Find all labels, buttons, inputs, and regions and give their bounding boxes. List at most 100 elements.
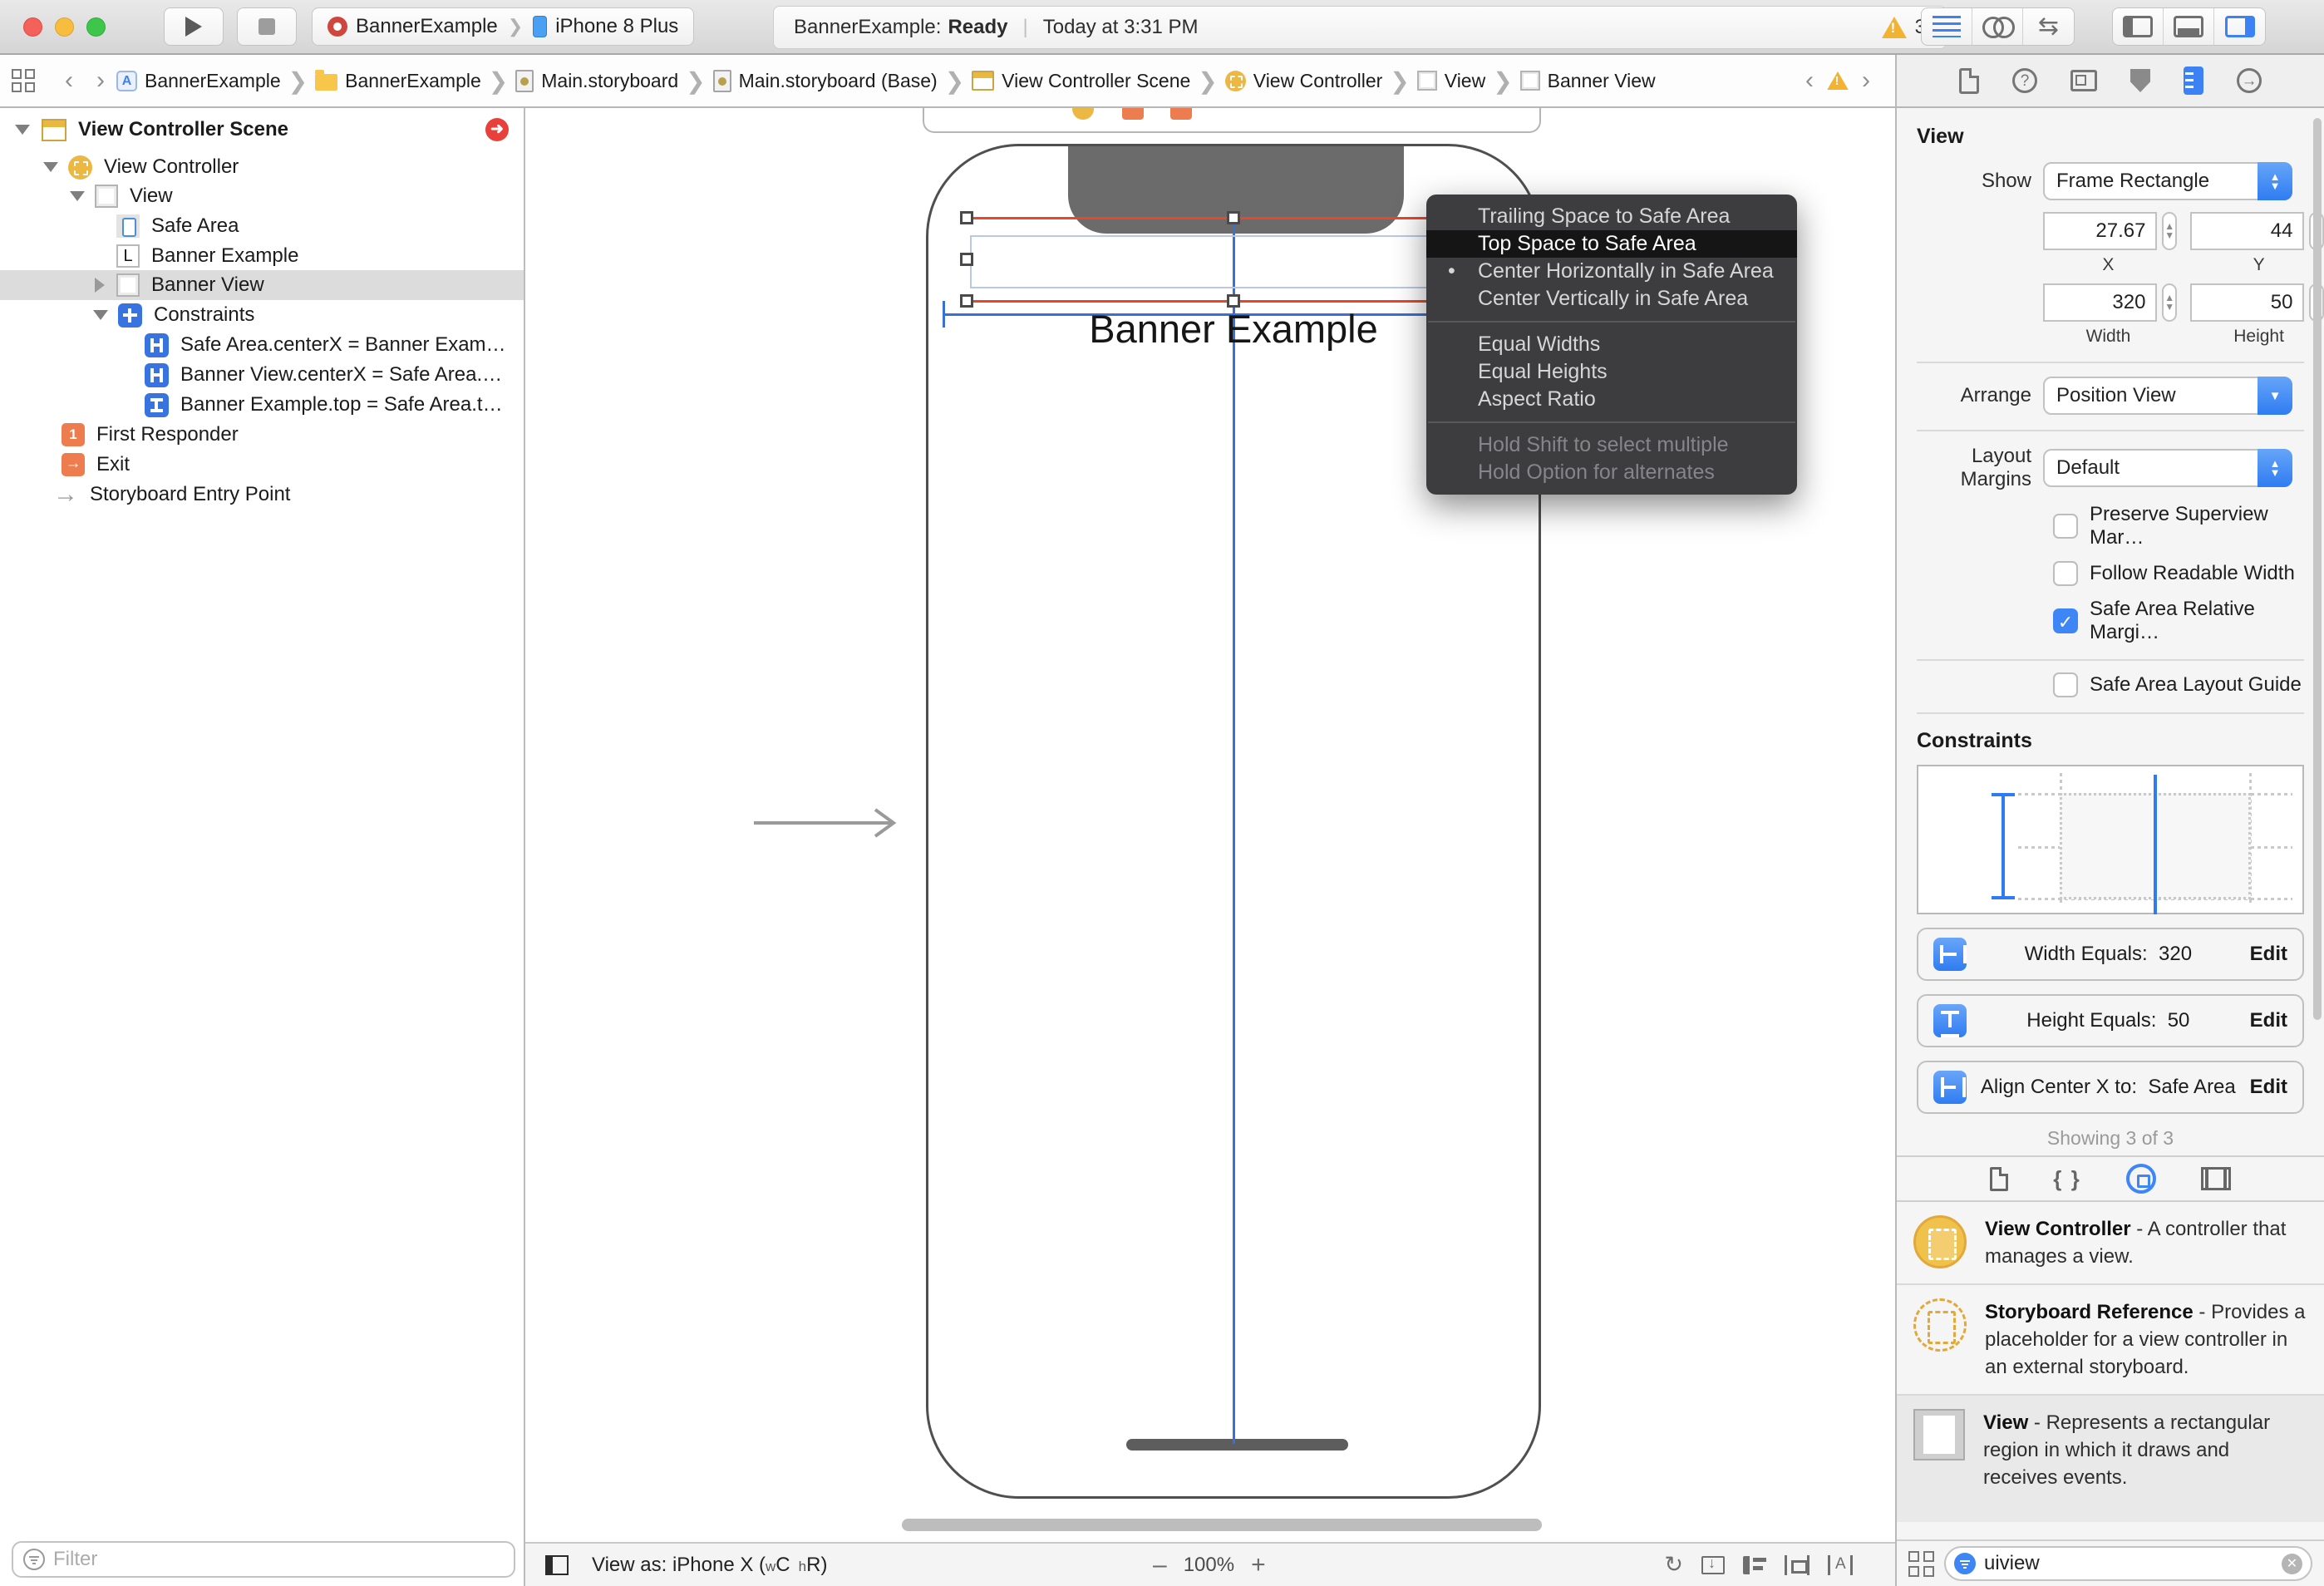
breadcrumb-storyboard-base[interactable]: Main.storyboard (Base) — [712, 69, 938, 92]
object-library-icon[interactable] — [2125, 1164, 2156, 1194]
breadcrumb-view[interactable]: View — [1416, 70, 1485, 92]
toggle-inspectors-button[interactable] — [2214, 8, 2265, 45]
menu-item-center-horizontally[interactable]: • Center Horizontally in Safe Area — [1426, 258, 1797, 285]
scene-exit-badge-icon[interactable]: ➜ — [485, 118, 509, 141]
first-responder-dock-icon[interactable] — [1122, 108, 1144, 120]
menu-item-aspect-ratio[interactable]: Aspect Ratio — [1426, 386, 1797, 413]
horizontal-scrollbar[interactable] — [902, 1519, 1542, 1531]
stop-button[interactable] — [237, 7, 297, 46]
resolve-autolayout-button[interactable] — [1828, 1554, 1853, 1575]
outline-row-exit[interactable]: → Exit — [0, 450, 524, 480]
outline-row-entry-point[interactable]: → Storyboard Entry Point — [0, 480, 524, 510]
identity-inspector-icon[interactable] — [2070, 70, 2097, 91]
show-popup[interactable]: Frame Rectangle — [2043, 162, 2292, 200]
outline-row-banner-view[interactable]: Banner View — [0, 270, 524, 300]
breadcrumb-view-controller[interactable]: View Controller — [1224, 70, 1382, 92]
edit-button[interactable]: Edit — [2250, 943, 2287, 966]
outline-row-scene[interactable]: View Controller Scene ➜ — [0, 115, 524, 145]
related-items-icon[interactable] — [12, 69, 35, 92]
update-frames-button[interactable]: ↻ — [1664, 1552, 1683, 1578]
library-filter-field[interactable]: uiview ✕ — [1944, 1546, 2312, 1581]
outline-row-constraints[interactable]: Constraints — [0, 300, 524, 330]
library-grid-view-icon[interactable] — [1908, 1550, 1934, 1577]
issues-badge[interactable]: 3 — [1881, 16, 1926, 39]
zoom-window-button[interactable] — [86, 17, 106, 37]
zoom-in-button[interactable]: + — [1234, 1551, 1283, 1579]
outline-row-view[interactable]: View — [0, 181, 524, 211]
zoom-out-button[interactable]: – — [1136, 1551, 1184, 1579]
banner-example-label[interactable]: Banner Example — [968, 306, 1499, 352]
outline-row-constraint-1[interactable]: Safe Area.centerX = Banner Exam… — [0, 330, 524, 360]
library-item-storyboard-reference[interactable]: Storyboard Reference - Provides a placeh… — [1897, 1285, 2324, 1394]
file-inspector-icon[interactable] — [1959, 67, 1979, 94]
code-snippet-library-icon[interactable]: { } — [2053, 1166, 2080, 1192]
center-x-constraint-bar[interactable] — [2154, 775, 2157, 914]
outline-row-first-responder[interactable]: 1 First Responder — [0, 420, 524, 450]
warning-icon[interactable] — [1827, 71, 1849, 91]
toggle-navigator-button[interactable] — [2113, 8, 2164, 45]
breadcrumb-storyboard[interactable]: Main.storyboard — [515, 69, 678, 92]
connections-inspector-icon[interactable]: → — [2237, 68, 2262, 93]
view-controller-dock-icon[interactable] — [1072, 108, 1094, 120]
height-constraint-bar[interactable] — [2001, 795, 2005, 898]
previous-issue-button[interactable]: ‹ — [1794, 66, 1825, 95]
assistant-editor-button[interactable] — [1972, 8, 2023, 45]
width-field[interactable]: 320 — [2043, 283, 2158, 322]
close-window-button[interactable] — [23, 17, 42, 37]
breadcrumb-project[interactable]: A BannerExample — [116, 70, 281, 92]
menu-item-center-vertically[interactable]: Center Vertically in Safe Area — [1426, 285, 1797, 313]
embed-in-button[interactable] — [1701, 1554, 1725, 1574]
attributes-inspector-icon[interactable] — [2130, 69, 2150, 92]
quick-help-icon[interactable]: ? — [2012, 68, 2037, 93]
menu-item-equal-heights[interactable]: Equal Heights — [1426, 358, 1797, 386]
follow-readable-width-checkbox[interactable] — [2053, 561, 2078, 586]
run-button[interactable] — [164, 7, 224, 46]
x-field[interactable]: 27.67 — [2043, 212, 2158, 250]
disclosure-right-icon[interactable] — [95, 278, 105, 293]
view-as-button[interactable]: View as: iPhone X ( w C h R ) — [592, 1554, 827, 1577]
disclosure-down-icon[interactable] — [15, 125, 30, 135]
outline-row-constraint-3[interactable]: Banner Example.top = Safe Area.t… — [0, 390, 524, 420]
safe-area-layout-guide-checkbox[interactable] — [2053, 672, 2078, 697]
safe-area-relative-checkbox[interactable]: ✓ — [2053, 608, 2078, 633]
back-button[interactable]: ‹ — [53, 66, 85, 95]
layout-margins-popup[interactable]: Default — [2043, 449, 2292, 487]
disclosure-down-icon[interactable] — [93, 310, 108, 320]
resize-handle[interactable] — [960, 211, 973, 224]
resize-handle[interactable] — [1227, 211, 1240, 224]
forward-button[interactable]: › — [85, 66, 116, 95]
outline-row-view-controller[interactable]: View Controller — [0, 152, 524, 182]
breadcrumb-scene[interactable]: View Controller Scene — [972, 70, 1190, 92]
version-editor-button[interactable]: ⇆ — [2023, 8, 2074, 45]
edit-button[interactable]: Edit — [2250, 1009, 2287, 1032]
constraint-card-width[interactable]: Width Equals: 320 Edit — [1917, 928, 2304, 981]
library-item-view-controller[interactable]: View Controller - A controller that mana… — [1897, 1202, 2324, 1283]
width-stepper[interactable] — [2162, 283, 2177, 322]
outline-row-banner-example[interactable]: L Banner Example — [0, 241, 524, 271]
banner-view-selection-rect[interactable] — [970, 235, 1495, 288]
standard-editor-button[interactable] — [1922, 8, 1972, 45]
toggle-debug-area-button[interactable] — [2164, 8, 2214, 45]
next-issue-button[interactable]: › — [1850, 66, 1882, 95]
disclosure-down-icon[interactable] — [43, 162, 58, 172]
vertical-scrollbar[interactable] — [2313, 118, 2322, 1020]
media-library-icon[interactable] — [2200, 1167, 2231, 1190]
file-template-library-icon[interactable] — [1990, 1166, 2009, 1191]
preserve-superview-checkbox[interactable] — [2053, 514, 2078, 539]
menu-item-equal-widths[interactable]: Equal Widths — [1426, 331, 1797, 358]
constraint-card-height[interactable]: Height Equals: 50 Edit — [1917, 994, 2304, 1047]
zoom-level[interactable]: 100% — [1184, 1554, 1234, 1577]
height-field[interactable]: 50 — [2190, 283, 2305, 322]
edit-button[interactable]: Edit — [2250, 1076, 2287, 1099]
breadcrumb-group[interactable]: BannerExample — [315, 70, 481, 92]
exit-dock-icon[interactable] — [1170, 108, 1192, 120]
scheme-selector[interactable]: BannerExample ❯ iPhone 8 Plus — [312, 7, 695, 46]
add-constraints-button[interactable] — [1785, 1554, 1809, 1575]
disclosure-down-icon[interactable] — [70, 191, 85, 201]
storyboard-canvas[interactable]: Banner Example Trailing Space to Safe Ar… — [525, 108, 1895, 1542]
align-button[interactable] — [1743, 1555, 1766, 1574]
outline-row-constraint-2[interactable]: Banner View.centerX = Safe Area.… — [0, 360, 524, 390]
menu-item-top-space[interactable]: Top Space to Safe Area — [1426, 230, 1797, 258]
toggle-outline-button[interactable] — [545, 1554, 569, 1575]
minimize-window-button[interactable] — [55, 17, 74, 37]
